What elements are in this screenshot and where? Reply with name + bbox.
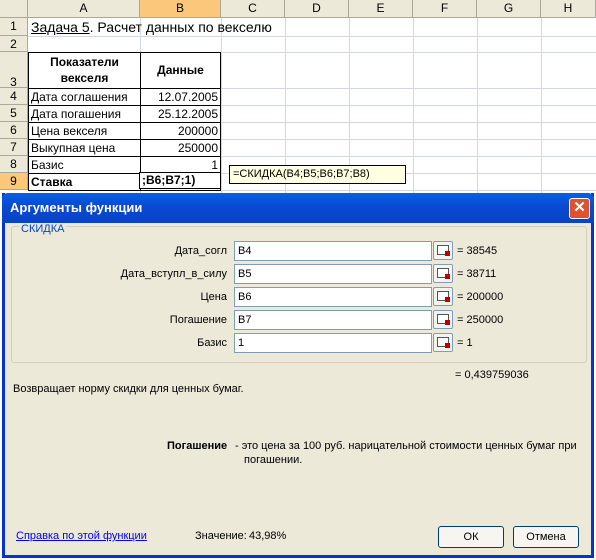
range-select-icon [437,314,450,325]
range-select-icon [437,291,450,302]
ok-button[interactable]: ОК [438,526,504,548]
value-display: 43,98% [249,530,287,542]
title-rest: . Расчет данных по векселю [89,19,272,35]
title-task-label: Задача 5 [31,19,90,35]
value-label: Значение: [195,530,247,542]
cell-b9-edit[interactable]: ;B6;B7;1) [139,172,221,189]
arg-input-date-agreement[interactable]: B4 [234,241,432,261]
cell-a1[interactable]: Задача 5. Расчет данных по векселю [31,19,272,35]
dialog-title: Аргументы функции [10,200,143,215]
column-header-b[interactable]: B [140,0,221,18]
row-header-3[interactable]: 3 [0,52,28,89]
arg-value-redemption: = 250000 [457,314,504,326]
column-header-g[interactable]: G [477,0,541,18]
arg-label-effective-date: Дата_вступл_в_силу [120,268,227,280]
arg-value-price: = 200000 [457,291,504,303]
row-header-4[interactable]: 4 [0,88,28,105]
close-icon[interactable]: ✕ [569,198,590,219]
column-header-e[interactable]: E [349,0,413,18]
cell-a7[interactable]: Выкупная цена [31,140,115,156]
range-select-icon [437,268,450,279]
arg-help-text-line2: погашении. [244,454,303,466]
cell-a5[interactable]: Дата погашения [31,106,121,122]
arg-input-basis[interactable]: 1 [234,333,432,353]
arg-label-redemption: Погашение [169,314,227,326]
column-header-c[interactable]: C [221,0,285,18]
arg-label-price: Цена [200,291,227,303]
collapse-dialog-button-2[interactable] [433,264,453,283]
cell-b8[interactable]: 1 [141,157,218,173]
function-arguments-dialog: Аргументы функции ✕ СКИДКА Дата_согл B4 … [2,193,594,558]
column-header-h[interactable]: H [541,0,596,18]
arg-help-text-line1: - это цена за 100 руб. нарицательной сто… [235,440,577,452]
cell-b3-header[interactable]: Данные [141,62,220,78]
arg-input-effective-date[interactable]: B5 [234,264,432,284]
arg-input-redemption[interactable]: B7 [234,310,432,330]
cell-b5[interactable]: 25.12.2005 [141,106,218,122]
column-header-a[interactable]: A [28,0,140,18]
function-result: = 0,439759036 [455,369,529,381]
cell-a4[interactable]: Дата соглашения [31,89,128,105]
row-header-1[interactable]: 1 [0,18,28,36]
formula-tooltip: =СКИДКА(B4;B5;B6;B7;B8) [229,165,406,184]
arg-value-basis: = 1 [457,337,473,349]
row-header-2[interactable]: 2 [0,36,28,52]
row-header-9[interactable]: 9 [0,173,28,190]
help-link[interactable]: Справка по этой функции [16,530,147,542]
collapse-dialog-button-4[interactable] [433,310,453,329]
cell-b7[interactable]: 250000 [141,140,218,156]
row-header-8[interactable]: 8 [0,156,28,173]
collapse-dialog-button-5[interactable] [433,333,453,352]
row-header-5[interactable]: 5 [0,105,28,122]
function-name-label: СКИДКА [19,223,67,235]
arg-input-price[interactable]: B6 [234,287,432,307]
row-header-6[interactable]: 6 [0,122,28,139]
cell-a6[interactable]: Цена векселя [31,123,107,139]
collapse-dialog-button-1[interactable] [433,241,453,260]
column-header-d[interactable]: D [285,0,349,18]
spreadsheet: A B C D E F G H 1 2 3 4 5 6 7 8 9 Задача… [0,0,596,200]
collapse-dialog-button-3[interactable] [433,287,453,306]
arg-value-date-agreement: = 38545 [457,245,498,257]
cell-a8[interactable]: Базис [31,157,64,173]
function-description: Возвращает норму скидки для ценных бумаг… [13,383,244,395]
column-header-f[interactable]: F [413,0,477,18]
dialog-title-bar[interactable]: Аргументы функции ✕ [2,193,594,223]
arg-label-basis: Базис [197,337,227,349]
cell-a3-header[interactable]: Показатели векселя [29,54,140,86]
cell-b4[interactable]: 12.07.2005 [141,89,218,105]
range-select-icon [437,337,450,348]
select-all-corner[interactable] [0,0,28,18]
cell-a9[interactable]: Ставка [31,174,72,190]
cancel-button[interactable]: Отмена [513,526,579,548]
arg-help-name: Погашение [167,440,228,452]
range-select-icon [437,245,450,256]
arg-value-effective-date: = 38711 [457,268,497,280]
cell-b6[interactable]: 200000 [141,123,218,139]
arg-label-date-agreement: Дата_согл [174,245,227,257]
row-header-7[interactable]: 7 [0,139,28,156]
